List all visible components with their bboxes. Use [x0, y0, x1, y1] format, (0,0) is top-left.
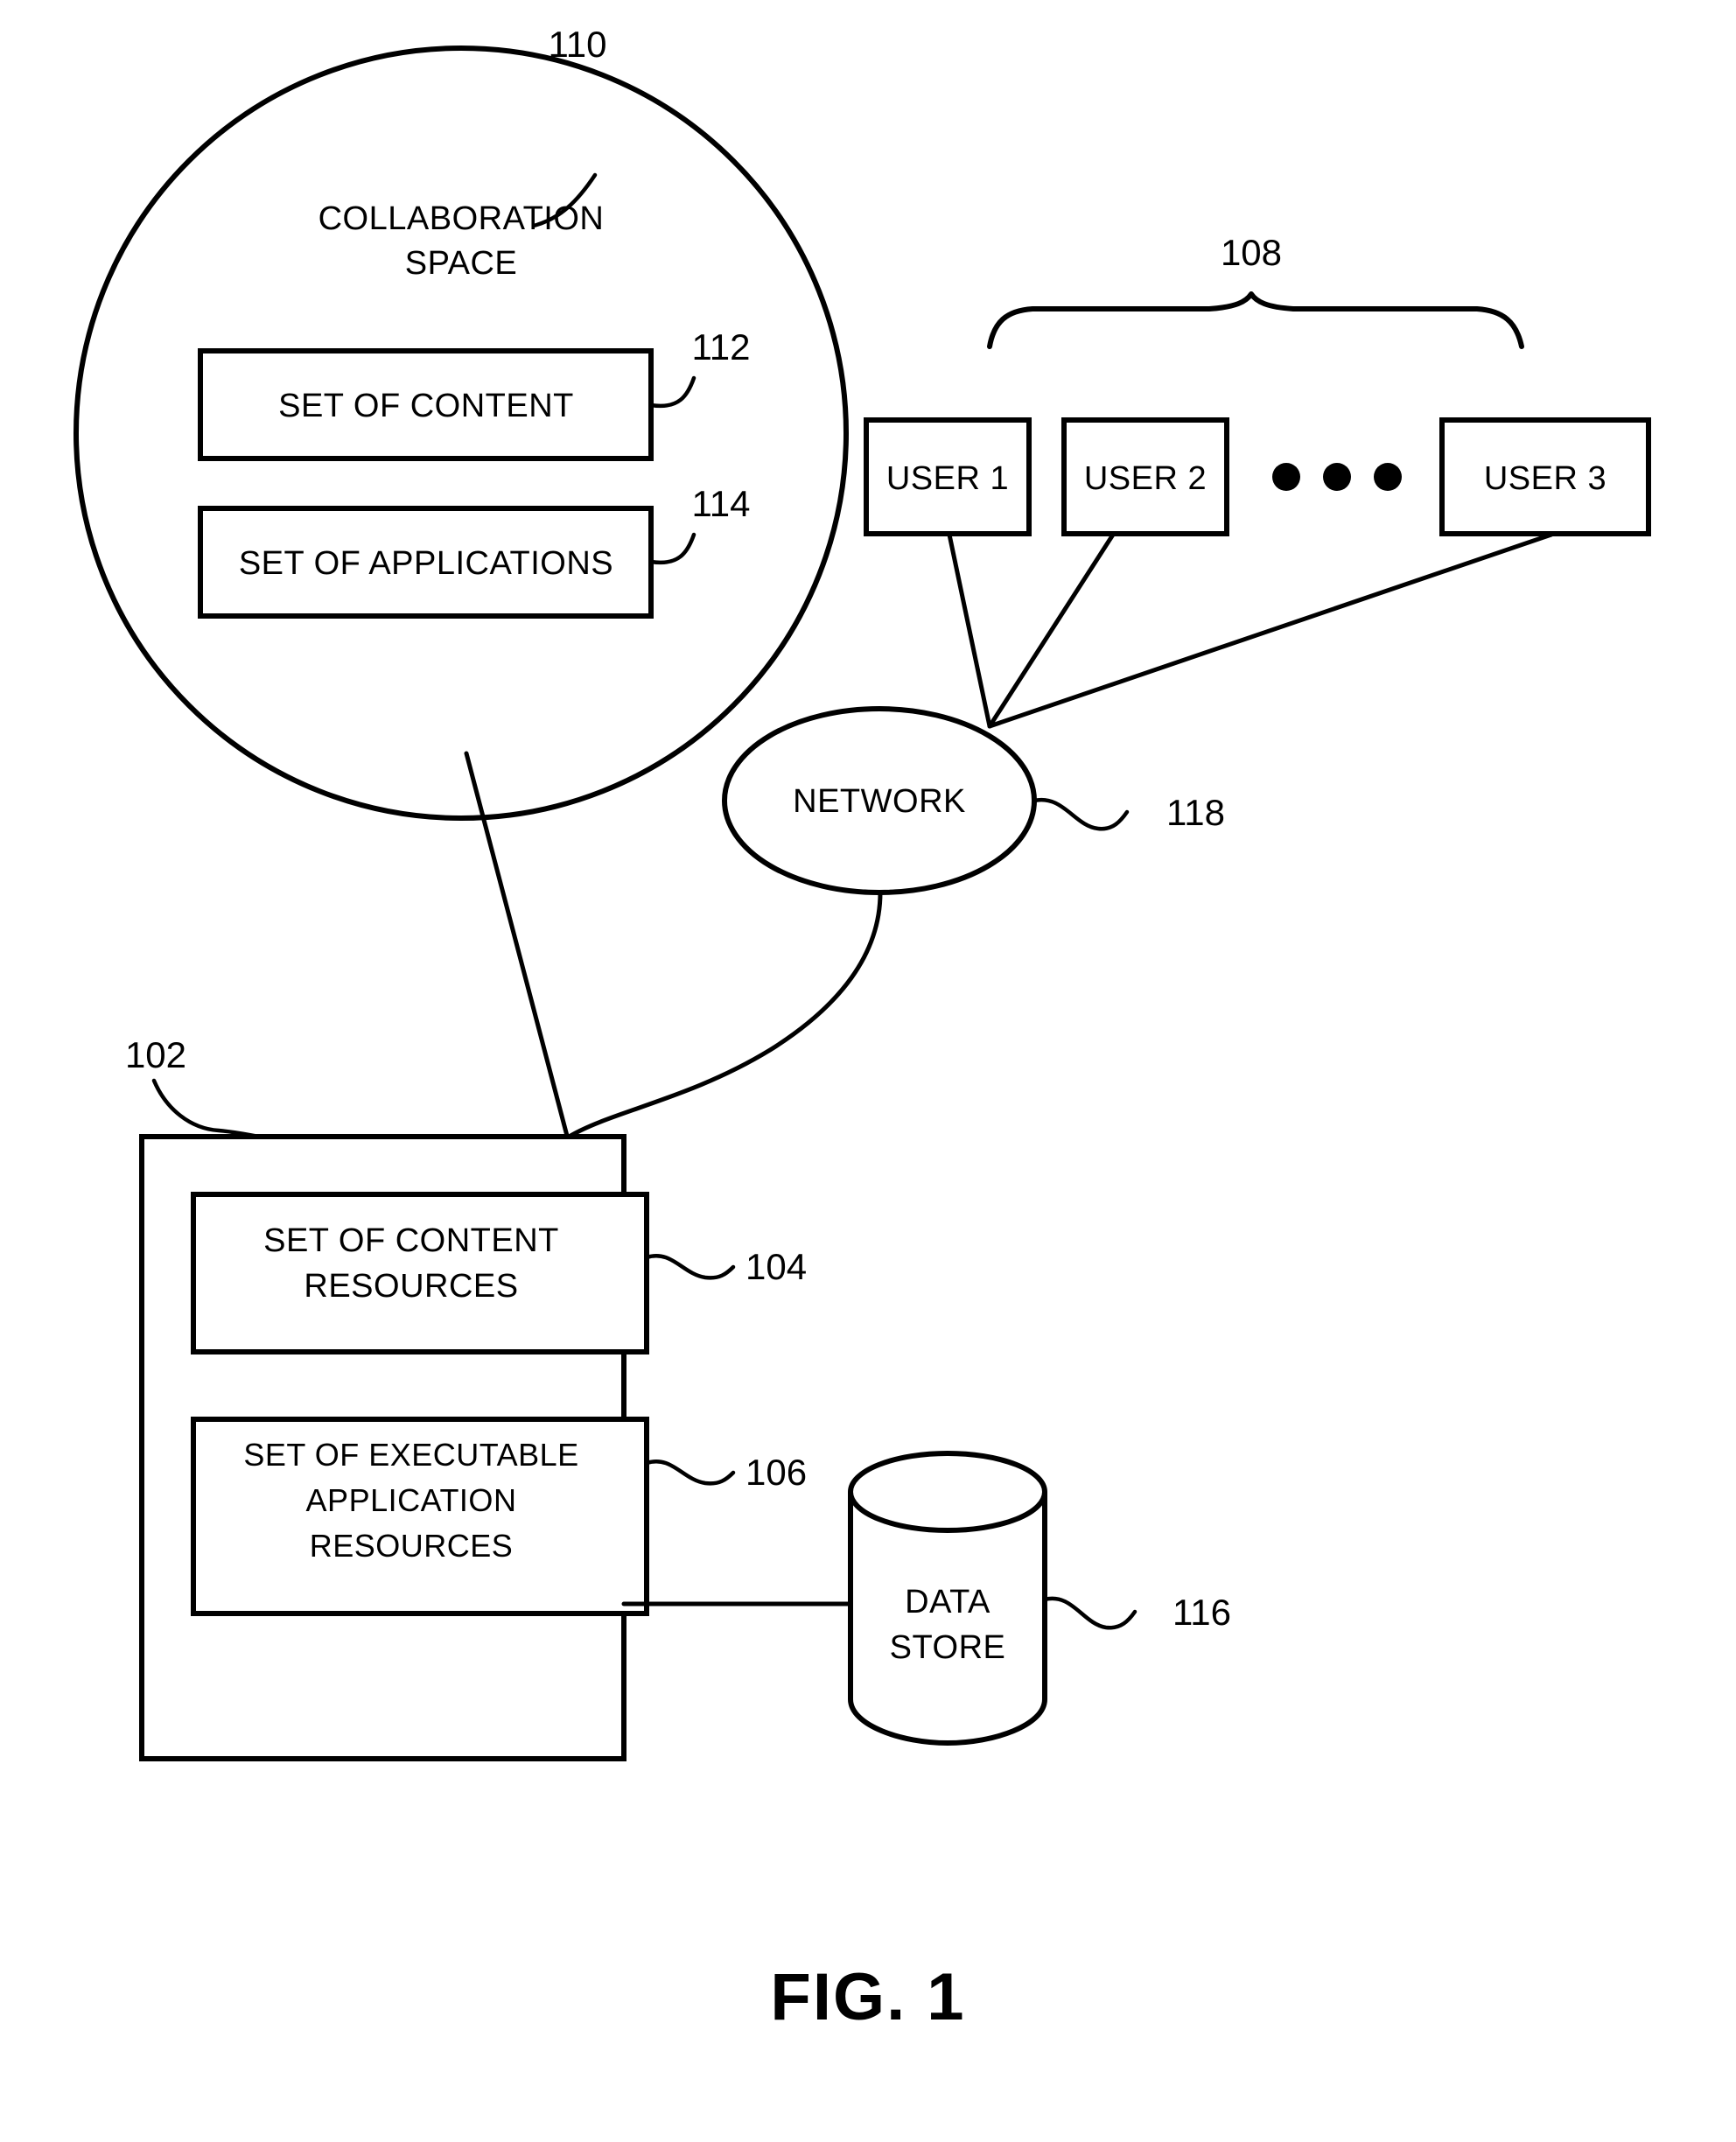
users-ellipsis-icon — [1272, 463, 1402, 491]
patent-figure: COLLABORATION SPACE 110 SET OF CONTENT 1… — [0, 0, 1736, 2142]
connector-user3-network — [987, 532, 1554, 729]
ref-104: 104 — [746, 1246, 807, 1287]
ref-112: 112 — [692, 326, 751, 368]
figure-caption: FIG. 1 — [770, 1960, 965, 2034]
lead-line-102 — [151, 1078, 262, 1139]
set-of-applications-label: SET OF APPLICATIONS — [239, 545, 613, 582]
collaboration-space-group — [74, 46, 849, 821]
connector-user2-network — [987, 532, 1116, 729]
ref-110: 110 — [549, 24, 607, 65]
users-brace — [987, 291, 1524, 349]
data-store-label-line2: STORE — [890, 1629, 1006, 1666]
ref-118: 118 — [1166, 792, 1225, 833]
ref-116: 116 — [1172, 1592, 1231, 1633]
data-store-cylinder-top — [848, 1451, 1047, 1533]
user-2-label: USER 2 — [1084, 460, 1207, 497]
network-group — [568, 706, 1130, 1138]
lead-line-106 — [644, 1460, 736, 1486]
set-of-content-label: SET OF CONTENT — [278, 388, 574, 424]
set-of-content-resources-label-line1: SET OF CONTENT — [263, 1222, 559, 1259]
connector-user1-network — [947, 532, 992, 729]
users-group — [864, 291, 1651, 729]
lead-line-104 — [644, 1254, 736, 1280]
set-of-content-resources-label-line2: RESOURCES — [304, 1268, 518, 1305]
ref-114: 114 — [692, 483, 751, 524]
collaboration-space-title-line2: SPACE — [405, 245, 518, 282]
set-of-executable-label-line1: SET OF EXECUTABLE — [243, 1437, 578, 1473]
user-1-label: USER 1 — [886, 460, 1009, 497]
collaboration-space-title-line1: COLLABORATION — [318, 200, 605, 237]
lead-line-116 — [1042, 1596, 1138, 1630]
lead-line-118 — [1032, 797, 1130, 831]
ref-106: 106 — [746, 1452, 807, 1493]
figure-canvas: COLLABORATION SPACE 110 SET OF CONTENT 1… — [74, 24, 1651, 2034]
connector-network-server — [568, 890, 883, 1138]
ref-102: 102 — [125, 1034, 186, 1075]
data-store-group — [848, 1451, 1138, 1746]
user-3-label: USER 3 — [1484, 460, 1606, 497]
data-store-label-line1: DATA — [905, 1584, 990, 1620]
server-group — [139, 1078, 853, 1761]
set-of-executable-label-line2: APPLICATION — [306, 1482, 517, 1518]
ref-108: 108 — [1221, 232, 1282, 273]
network-label: NETWORK — [793, 783, 966, 820]
set-of-executable-label-line3: RESOURCES — [310, 1528, 514, 1564]
